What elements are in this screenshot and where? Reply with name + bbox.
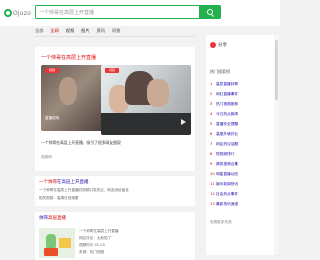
hot-search-item[interactable]: 4 今日热点新闻	[210, 109, 238, 119]
hot-search-item[interactable]: 1 高层直播帅哥	[210, 79, 238, 89]
label-image	[59, 238, 71, 248]
logo[interactable]: Ojuzo	[4, 9, 31, 17]
tab-image[interactable]: 图片	[81, 28, 89, 34]
sidebar: 分享 热门搜索榜 1 高层直播帅哥 2 网红直播事件 3 热门视频推荐 4 今日热点新闻…	[206, 35, 276, 255]
search-result: 帅哥高层直播 一个帅哥在高层上开直播 网友评论：太危险了 视频时长 01:25 …	[35, 212, 195, 260]
result-title-prefix: 帅哥	[39, 216, 48, 221]
hot-search-item[interactable]: 3 热门视频推荐	[210, 99, 238, 109]
logo-mark-icon	[4, 9, 12, 17]
result-line: 网友评论：太危险了	[79, 236, 112, 240]
video-thumbnail-caption: 直播现场	[45, 116, 60, 120]
tab-news[interactable]: 资讯	[97, 28, 105, 34]
logo-text: Ojuzo	[13, 9, 32, 17]
tab-divider	[35, 36, 195, 37]
hot-search-item[interactable]: 11娱乐新闻快讯	[210, 179, 238, 189]
tab-video[interactable]: 视频	[66, 28, 74, 34]
search-icon	[207, 9, 213, 15]
hot-search-label: 高层直播帅哥	[216, 82, 239, 86]
hot-search-item[interactable]: 10明星直播动态	[210, 169, 238, 179]
hot-search-item[interactable]: 7 网友热议话题	[210, 139, 238, 149]
video-result-title[interactable]: 一个帅哥在高层上开直播	[41, 54, 96, 61]
result-line: 来源：热门视频	[79, 250, 105, 254]
result-title-link[interactable]: 一个帅哥在高层上开直播	[39, 179, 89, 185]
hot-search-label: 网友热议话题	[216, 142, 239, 146]
hot-search-item[interactable]: 8 短视频排行	[210, 149, 238, 159]
tab-all[interactable]: 全部	[35, 28, 43, 34]
hot-search-label: 明星直播动态	[216, 172, 239, 176]
result-title-link[interactable]: 帅哥高层直播	[39, 215, 66, 221]
top-bar: Ojuzo 一个帅哥在高层上开直播	[0, 0, 280, 26]
tab-qa[interactable]: 问答	[112, 28, 120, 34]
result-thumbnail[interactable]	[39, 228, 75, 258]
result-title-rest: 在高层上开直播	[57, 180, 89, 185]
sidebar-heading: 热门搜索榜	[210, 69, 230, 74]
share-label: 分享	[218, 43, 227, 48]
hot-search-label: 热门视频推荐	[216, 102, 239, 106]
sidebar-more-link[interactable]: 查看更多热搜	[210, 220, 232, 225]
video-thumbnail-2[interactable]	[101, 65, 191, 135]
tab-web[interactable]: 全网	[50, 28, 58, 34]
video-title-prefix: 一个帅哥在	[41, 55, 67, 61]
video-badge: 视频	[45, 68, 59, 73]
search-input[interactable]: 一个帅哥在高层上开直播	[35, 5, 221, 19]
share-icon	[210, 42, 216, 48]
video-caption[interactable]: 一个帅哥在高层上开直播，吸引了很多网友围观	[41, 140, 121, 146]
hot-search-item[interactable]: 9 搞笑视频合集	[210, 159, 238, 169]
hot-search-item[interactable]: 2 网红直播事件	[210, 89, 238, 99]
video-thumbnail-1[interactable]: 直播现场	[41, 65, 107, 131]
video-thumbnails: 直播现场 视频 视频	[41, 65, 191, 135]
hot-search-label: 短视频排行	[216, 152, 235, 156]
hot-search-item[interactable]: 12社会热点事件	[210, 189, 238, 199]
video-badge: 视频	[105, 68, 119, 73]
play-icon[interactable]	[181, 119, 186, 125]
result-line: 一个帅哥在高层上开直播	[79, 229, 119, 233]
search-result: 一个帅哥在高层上开直播 一个帅哥在高层上开直播的视频引发热议，网友纷纷留言 相关…	[35, 176, 195, 206]
search-query: 一个帅哥在高层上开直播	[39, 10, 95, 16]
hot-search-label: 社会热点事件	[216, 192, 239, 196]
result-title-rest: 高层直播	[48, 216, 66, 221]
search-tabs: 全部 全网 视频 图片 资讯 问答	[35, 28, 120, 34]
scrollbar-thumb[interactable]	[275, 40, 278, 100]
share-button[interactable]: 分享	[210, 42, 227, 48]
hot-search-label: 高楼外墙作业	[216, 132, 239, 136]
video-title-highlight: 高层上开直播	[66, 55, 97, 61]
video-person	[147, 79, 169, 107]
hot-search-label: 直播安全提醒	[216, 122, 239, 126]
result-snippet: 相关视频 - 高清在线观看	[39, 196, 79, 200]
hot-search-label: 搞笑视频合集	[216, 162, 239, 166]
hot-search-item[interactable]: 13最新资讯速递	[210, 199, 238, 209]
hot-search-label: 网红直播事件	[216, 92, 239, 96]
hot-search-label: 今日热点新闻	[216, 112, 239, 116]
search-button[interactable]	[199, 5, 221, 19]
result-snippet: 一个帅哥在高层上开直播的视频引发热议，网友纷纷留言	[39, 188, 129, 192]
video-desk	[101, 113, 191, 135]
hot-search-label: 最新资讯速递	[216, 202, 239, 206]
result-line: 视频时长 01:25	[79, 243, 105, 247]
pot-image	[44, 248, 58, 256]
video-result-card: 一个帅哥在高层上开直播 直播现场 视频 视频 一个帅哥在高层上开直播，吸引了很多…	[35, 47, 195, 171]
result-title-prefix: 一个帅哥	[39, 180, 57, 185]
hot-search-label: 娱乐新闻快讯	[216, 182, 239, 186]
video-source: 视频网	[41, 155, 52, 159]
hot-search-item[interactable]: 5 直播安全提醒	[210, 119, 238, 129]
video-person	[59, 77, 77, 105]
hot-search-list: 1 高层直播帅哥 2 网红直播事件 3 热门视频推荐 4 今日热点新闻 5 直播安全提醒 …	[210, 79, 238, 209]
hot-search-item[interactable]: 6 高楼外墙作业	[210, 129, 238, 139]
